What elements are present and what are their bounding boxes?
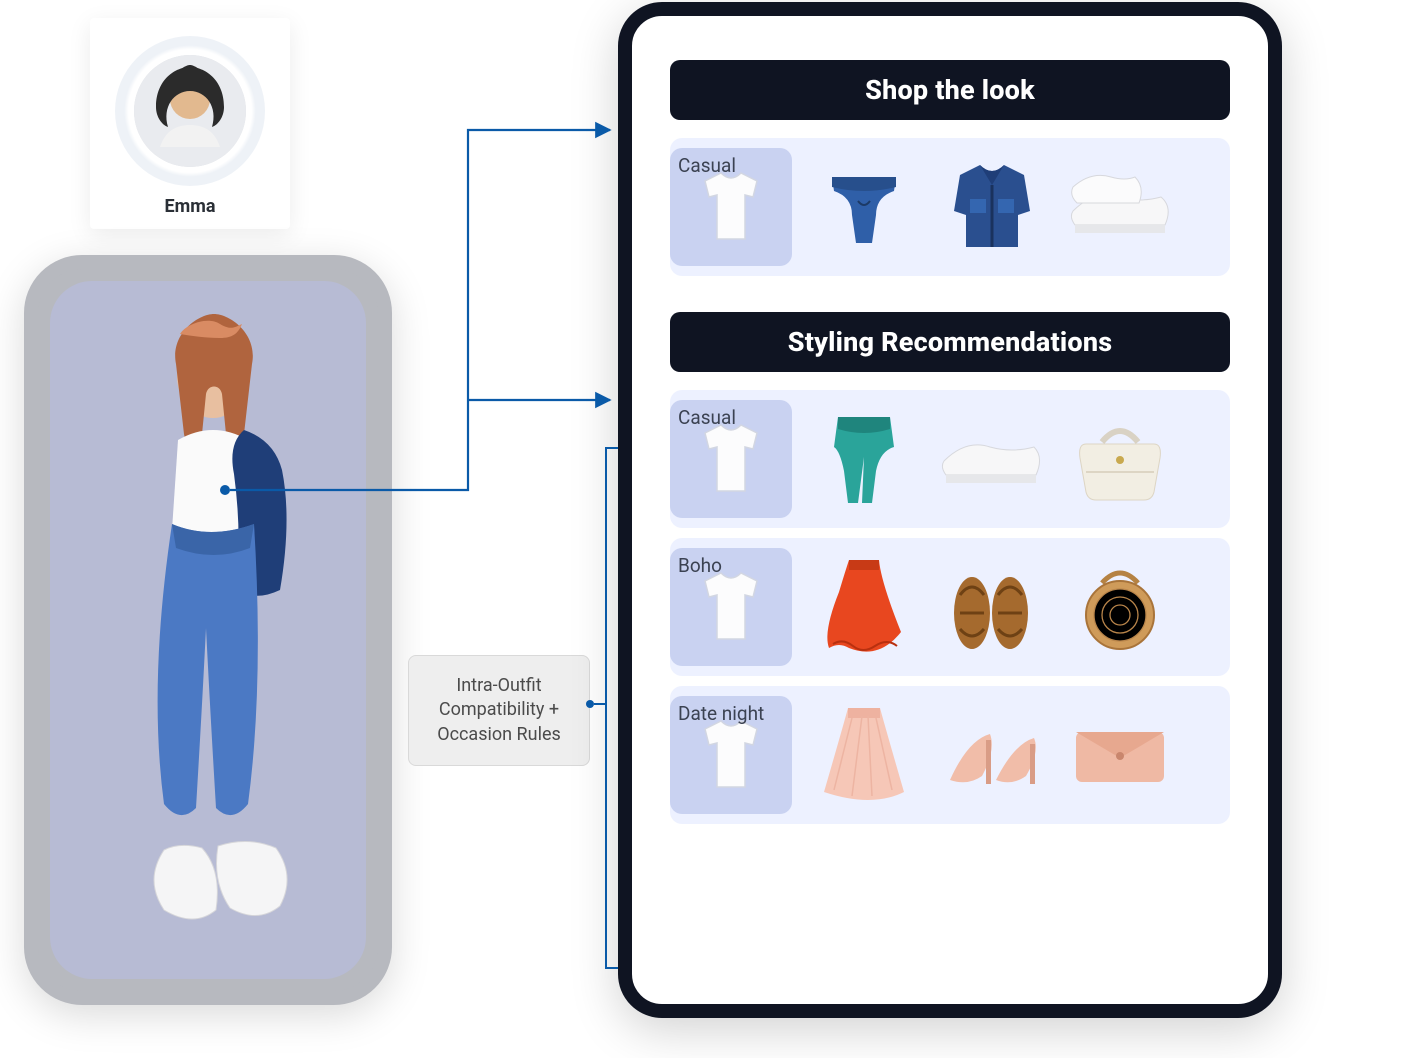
jeans-icon (808, 151, 920, 263)
phone-screen (50, 281, 366, 979)
denim-jacket-icon (936, 151, 1048, 263)
styling-recommendations-section: Styling Recommendations Casual (670, 312, 1230, 824)
tshirt-icon (695, 167, 767, 247)
rules-box: Intra-Outfit Compatibility + Occasion Ru… (408, 655, 590, 766)
teal-jeans-icon (808, 403, 920, 515)
pink-skirt-icon (808, 699, 920, 811)
tablet-frame: Shop the look Casual (618, 2, 1282, 1018)
avatar-card: Emma (90, 18, 290, 229)
tshirt-icon (695, 715, 767, 795)
round-bag-icon (1064, 551, 1176, 663)
tshirt-icon (695, 567, 767, 647)
shop-the-look-section: Shop the look Casual (670, 60, 1230, 276)
tag-label: Casual (678, 154, 736, 177)
rules-text: Intra-Outfit Compatibility + Occasion Ru… (437, 675, 561, 745)
tag-label: Boho (678, 554, 722, 577)
tag-label: Date night (678, 702, 764, 725)
sandals-icon (936, 551, 1048, 663)
look-tag: Casual (670, 148, 792, 266)
pink-heels-icon (936, 699, 1048, 811)
look-tag: Date night (670, 696, 792, 814)
look-row-date-night: Date night (670, 686, 1230, 824)
tshirt-icon (695, 419, 767, 499)
phone-frame (24, 255, 392, 1005)
look-row-boho: Boho (670, 538, 1230, 676)
shop-the-look-header: Shop the look (670, 60, 1230, 120)
orange-skirt-icon (808, 551, 920, 663)
avatar-ring (115, 36, 265, 186)
white-sneakers-icon (936, 403, 1048, 515)
look-tag: Casual (670, 400, 792, 518)
styling-recommendations-header: Styling Recommendations (670, 312, 1230, 372)
pink-clutch-icon (1064, 699, 1176, 811)
white-sneakers-icon (1064, 151, 1176, 263)
tag-label: Casual (678, 406, 736, 429)
avatar-name: Emma (110, 196, 270, 217)
outfit-photo (50, 281, 366, 979)
look-row-casual-2: Casual (670, 390, 1230, 528)
avatar (134, 55, 246, 167)
look-tag: Boho (670, 548, 792, 666)
white-bag-icon (1064, 403, 1176, 515)
look-row-casual: Casual (670, 138, 1230, 276)
